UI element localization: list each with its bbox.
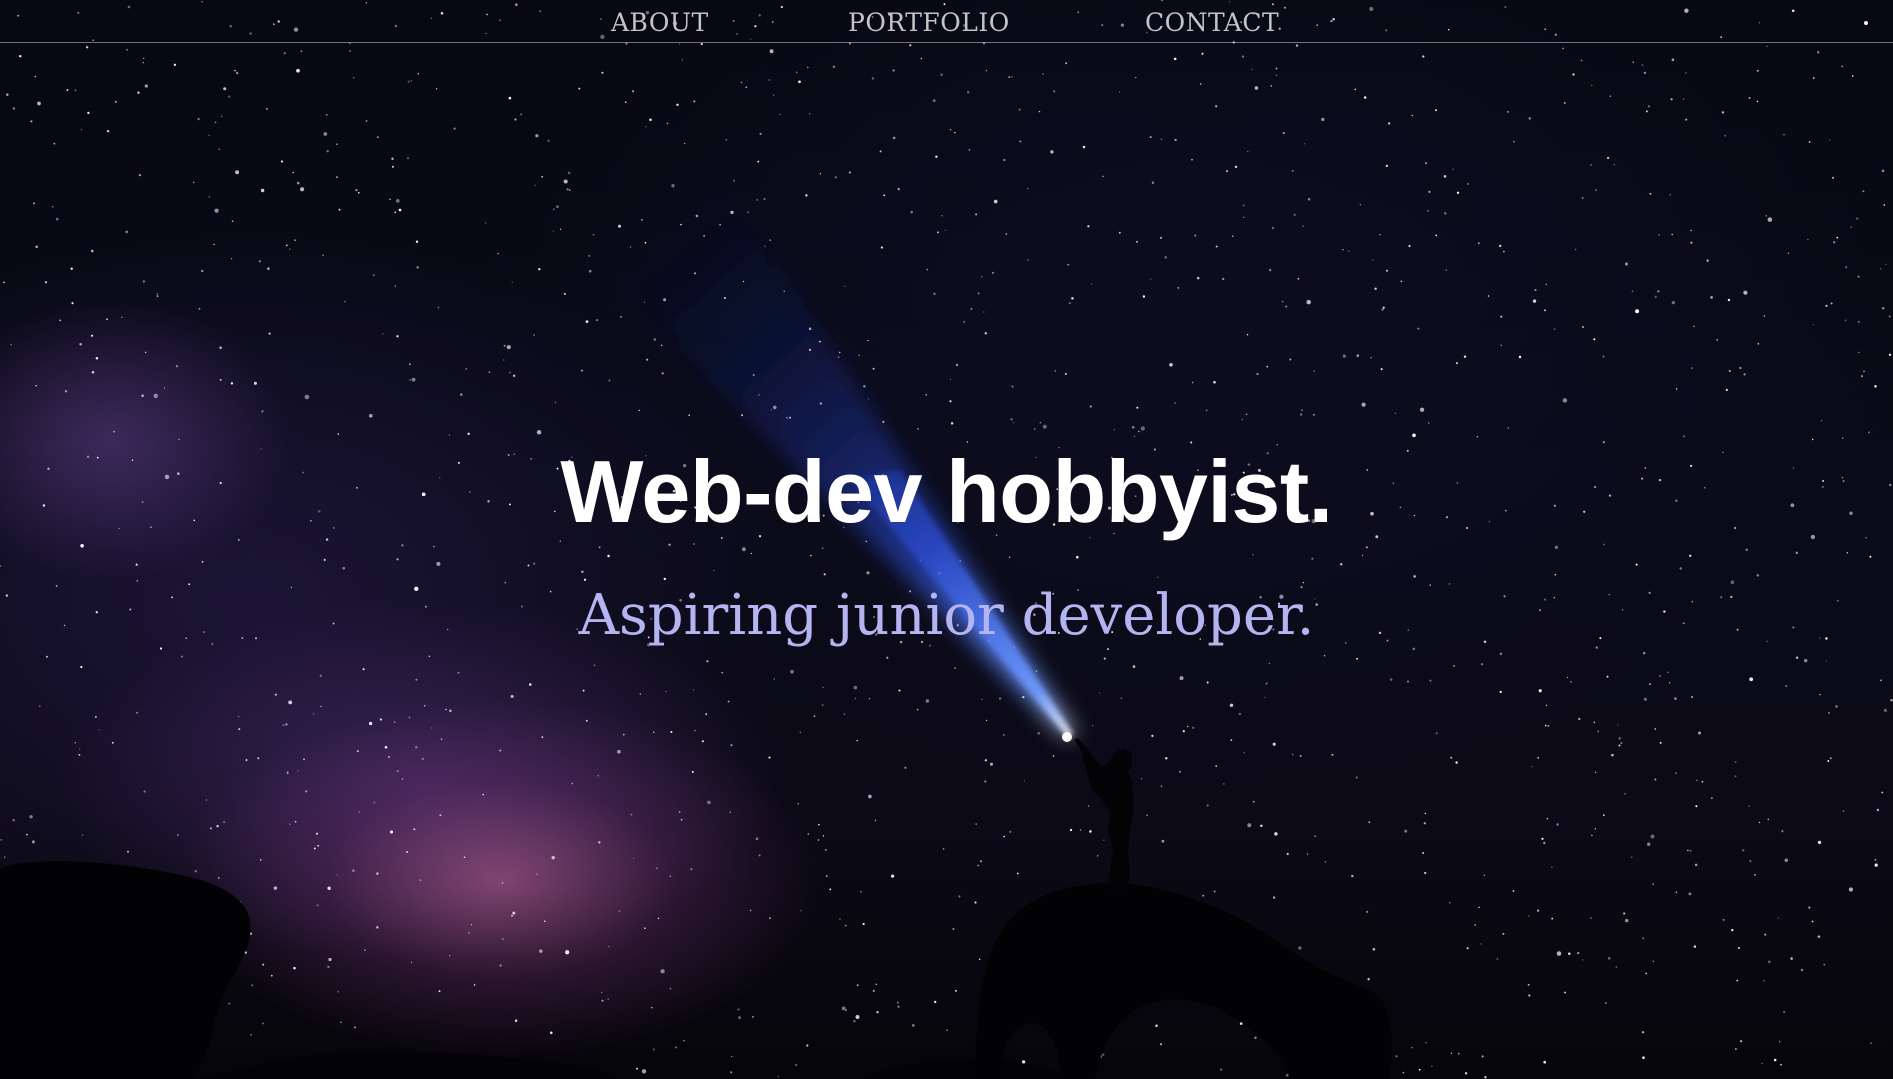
hero-title: Web-dev hobbyist. [560,442,1333,541]
nav-link-about[interactable]: ABOUT [611,8,709,37]
nav-link-contact[interactable]: CONTACT [1145,8,1279,37]
hero-subtitle: Aspiring junior developer. [578,583,1315,648]
hero-page: ABOUT PORTFOLIO CONTACT Web-dev hobbyist… [0,0,1893,1079]
nav-link-portfolio[interactable]: PORTFOLIO [848,8,1010,37]
top-navigation: ABOUT PORTFOLIO CONTACT [0,0,1893,43]
